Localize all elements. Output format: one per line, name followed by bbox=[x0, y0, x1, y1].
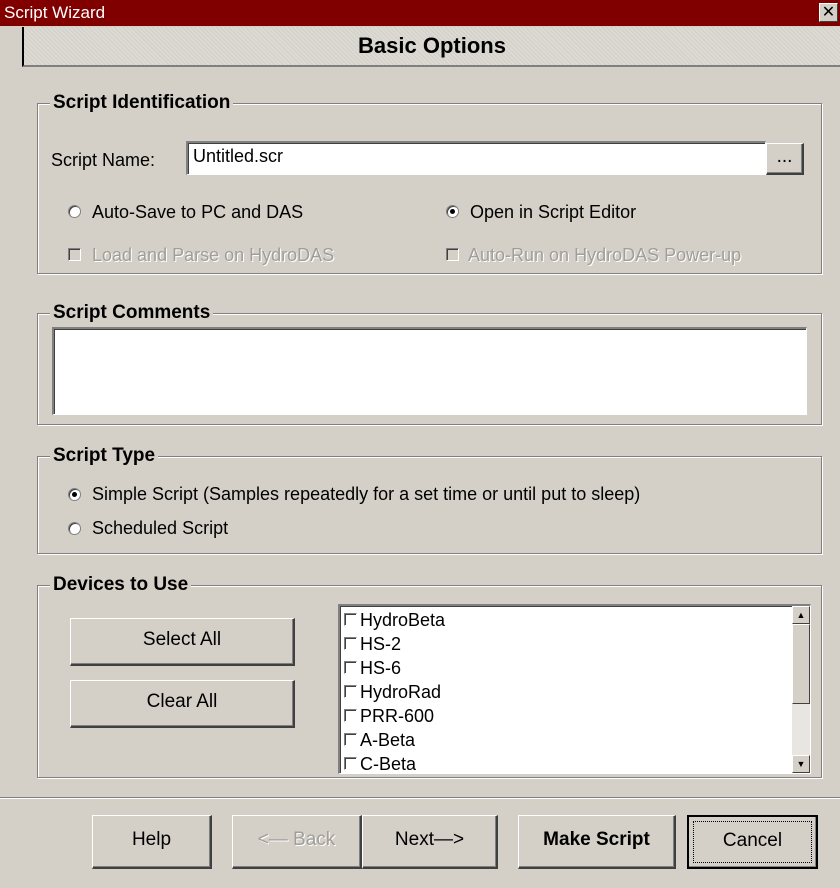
radio-dot bbox=[72, 492, 77, 497]
device-label: HS-2 bbox=[360, 634, 402, 654]
make-script-button[interactable]: Make Script bbox=[518, 815, 676, 869]
title-bar: Script Wizard ✕ bbox=[0, 0, 840, 26]
group-legend: Devices to Use bbox=[50, 573, 192, 597]
next-button[interactable]: Next—> bbox=[362, 815, 498, 869]
back-button[interactable]: <— Back bbox=[232, 815, 362, 869]
load-parse-checkbox[interactable] bbox=[68, 248, 81, 261]
auto-save-label[interactable]: Auto-Save to PC and DAS bbox=[92, 201, 303, 223]
load-parse-label: Load and Parse on HydroDAS bbox=[92, 245, 335, 265]
devices-scrollbar[interactable]: ▲ ▼ bbox=[792, 606, 810, 773]
close-icon: ✕ bbox=[821, 4, 836, 21]
script-name-input[interactable]: Untitled.scr bbox=[186, 141, 766, 175]
next-label: Next—> bbox=[394, 829, 465, 850]
close-button[interactable]: ✕ bbox=[819, 3, 838, 22]
clear-all-button[interactable]: Clear All bbox=[70, 680, 295, 728]
window-title: Script Wizard bbox=[4, 3, 106, 22]
scroll-down-button[interactable]: ▼ bbox=[792, 755, 810, 773]
step-title: Basic Options bbox=[358, 33, 506, 58]
simple-script-radio[interactable] bbox=[68, 488, 81, 501]
open-editor-label[interactable]: Open in Script Editor bbox=[470, 201, 636, 223]
make-script-label: Make Script bbox=[543, 829, 650, 850]
arrow-down-icon: ▼ bbox=[796, 759, 806, 769]
open-editor-radio[interactable] bbox=[446, 205, 459, 218]
script-name-label: Script Name: bbox=[51, 150, 156, 170]
devices-list[interactable]: HydroBeta HS-2 HS-6 HydroRad PRR-600 A-B… bbox=[338, 604, 811, 774]
help-label: Help bbox=[131, 829, 172, 850]
device-label: HS-6 bbox=[360, 658, 402, 678]
scheduled-script-radio[interactable] bbox=[68, 522, 81, 535]
group-legend: Script Type bbox=[50, 444, 159, 468]
arrow-up-icon: ▲ bbox=[796, 610, 806, 620]
cancel-button[interactable]: Cancel bbox=[687, 815, 818, 869]
device-label: A-Beta bbox=[360, 730, 416, 750]
device-checkbox[interactable] bbox=[344, 685, 357, 698]
device-label: HydroRad bbox=[360, 682, 442, 702]
device-label: HydroBeta bbox=[360, 610, 446, 630]
auto-run-checkbox[interactable] bbox=[446, 248, 459, 261]
script-type-group: Script Type bbox=[37, 444, 822, 554]
device-label: PRR-600 bbox=[360, 706, 435, 726]
script-comments-input[interactable] bbox=[52, 327, 807, 415]
back-label: <— Back bbox=[257, 829, 336, 850]
device-label: C-Beta bbox=[360, 754, 417, 774]
group-legend: Script Comments bbox=[50, 301, 214, 325]
device-checkbox[interactable] bbox=[344, 757, 357, 770]
group-legend: Script Identification bbox=[50, 91, 234, 115]
device-checkbox[interactable] bbox=[344, 733, 357, 746]
select-all-label: Select All bbox=[142, 629, 222, 650]
device-checkbox[interactable] bbox=[344, 613, 357, 626]
footer-divider-highlight bbox=[0, 798, 840, 799]
script-name-value: Untitled.scr bbox=[193, 146, 284, 166]
clear-all-label: Clear All bbox=[146, 691, 218, 712]
radio-dot bbox=[450, 209, 455, 214]
auto-run-label: Auto-Run on HydroDAS Power-up bbox=[468, 245, 742, 265]
simple-script-label[interactable]: Simple Script (Samples repeatedly for a … bbox=[92, 483, 640, 505]
scroll-up-button[interactable]: ▲ bbox=[792, 606, 810, 624]
help-button[interactable]: Help bbox=[92, 815, 212, 869]
step-header: Basic Options bbox=[22, 27, 840, 67]
auto-save-radio[interactable] bbox=[68, 205, 81, 218]
scheduled-script-label[interactable]: Scheduled Script bbox=[92, 517, 228, 539]
select-all-button[interactable]: Select All bbox=[70, 618, 295, 666]
focus-ring bbox=[693, 821, 812, 863]
device-checkbox[interactable] bbox=[344, 661, 357, 674]
browse-label: ... bbox=[776, 146, 793, 167]
device-checkbox[interactable] bbox=[344, 709, 357, 722]
browse-button[interactable]: ... bbox=[766, 143, 804, 175]
scroll-thumb[interactable] bbox=[792, 624, 810, 704]
device-checkbox[interactable] bbox=[344, 637, 357, 650]
